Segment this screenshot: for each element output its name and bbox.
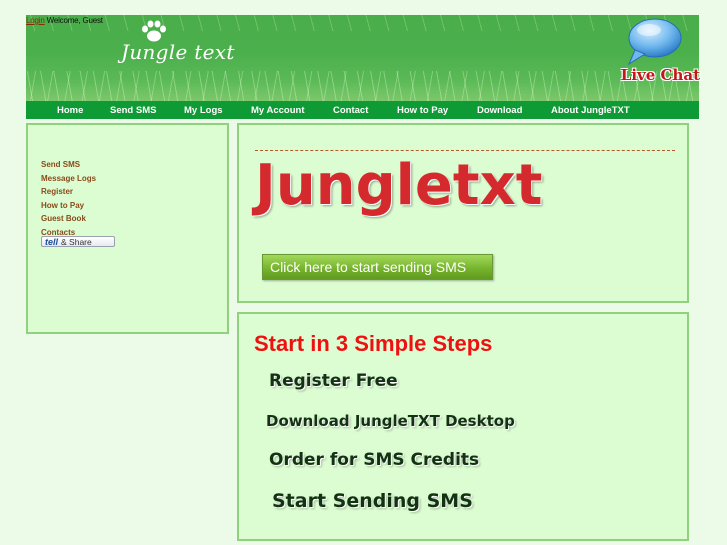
site-logo[interactable]: Jungle text — [115, 20, 235, 70]
step-download-desktop[interactable]: Download JungleTXT Desktop — [266, 412, 515, 430]
nav-my-logs[interactable]: My Logs — [184, 105, 223, 116]
nav-contact[interactable]: Contact — [333, 105, 368, 116]
nav-home[interactable]: Home — [57, 105, 83, 116]
login-link[interactable]: Login — [26, 16, 45, 25]
steps-title: Start in 3 Simple Steps — [254, 331, 493, 356]
welcome-text: Welcome, Guest — [46, 16, 103, 25]
sidebar-links: Send SMS Message Logs Register How to Pa… — [41, 154, 96, 237]
nav-my-account[interactable]: My Account — [251, 105, 304, 116]
hero-panel: Jungletxt Click here to start sending SM… — [237, 123, 689, 303]
paw-icon — [142, 20, 166, 42]
start-sending-sms-button[interactable]: Click here to start sending SMS — [262, 254, 493, 280]
nav-how-to-pay[interactable]: How to Pay — [397, 105, 448, 116]
live-chat-button[interactable]: Live Chat — [605, 18, 700, 86]
step-register-free[interactable]: Register Free — [269, 371, 398, 391]
sidebar: Send SMS Message Logs Register How to Pa… — [26, 123, 229, 334]
tell-share-button[interactable]: tell & Share — [41, 236, 115, 247]
tell-logo-icon: tell — [45, 236, 59, 247]
logo-text: Jungle text — [121, 40, 235, 64]
nav-about[interactable]: About JungleTXT — [551, 105, 630, 116]
live-chat-label: Live Chat — [620, 66, 700, 84]
login-bar: Login Welcome, Guest — [26, 16, 103, 25]
grass-decoration — [26, 71, 699, 101]
nav-download[interactable]: Download — [477, 105, 522, 116]
step-order-credits[interactable]: Order for SMS Credits — [269, 450, 479, 470]
step-start-sending[interactable]: Start Sending SMS — [272, 490, 473, 512]
dashed-divider — [255, 150, 675, 151]
chat-bubble-icon — [627, 18, 682, 66]
share-label: & Share — [61, 236, 92, 247]
main-nav: Home Send SMS My Logs My Account Contact… — [26, 101, 699, 119]
steps-panel: Start in 3 Simple Steps Register Free Do… — [237, 312, 689, 541]
nav-send-sms[interactable]: Send SMS — [110, 105, 156, 116]
brand-banner: Jungletxt — [255, 153, 543, 218]
